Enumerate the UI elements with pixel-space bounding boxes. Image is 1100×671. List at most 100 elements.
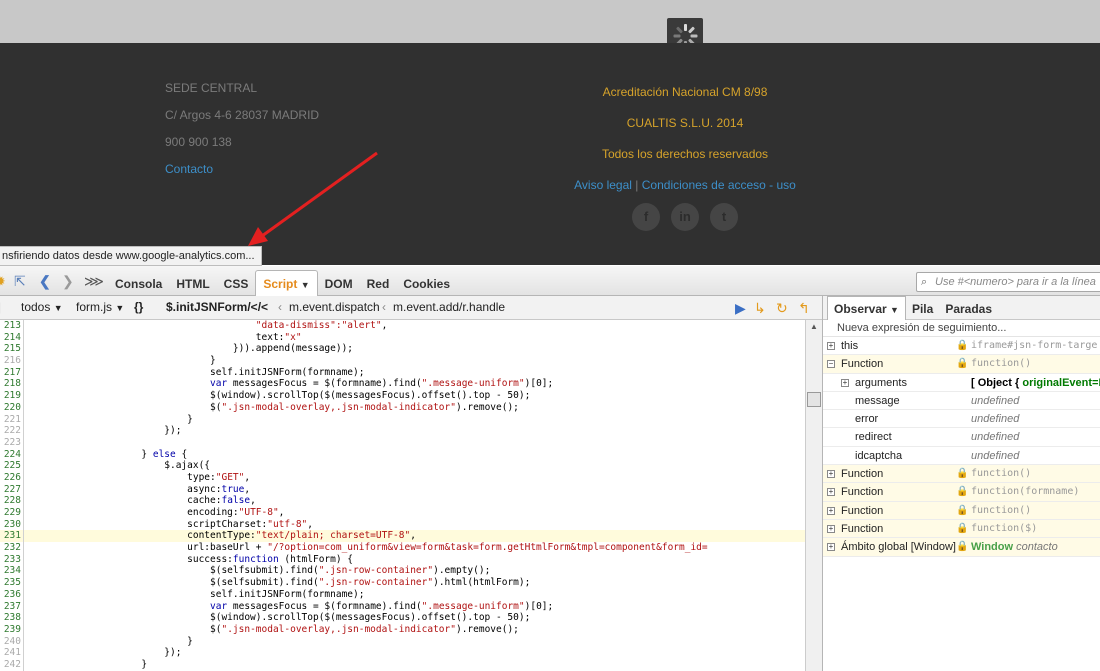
code-line[interactable]: 229 encoding:"UTF-8",: [0, 507, 805, 519]
terms-link[interactable]: Condiciones de acceso - uso: [642, 178, 796, 192]
code-line[interactable]: 231 contentType:"text/plain; charset=UTF…: [0, 530, 805, 543]
code-line[interactable]: 216 }: [0, 355, 805, 367]
code-line[interactable]: 226 type:"GET",: [0, 471, 805, 484]
line-number[interactable]: 241: [0, 647, 24, 659]
line-number[interactable]: 226: [0, 471, 24, 484]
line-number[interactable]: 230: [0, 518, 24, 531]
code-line[interactable]: 219 $(window).scrollTop($(messagesFocus)…: [0, 390, 805, 402]
watch-row[interactable]: error undefined: [823, 410, 1100, 429]
step-over-icon[interactable]: ↻: [776, 300, 788, 317]
line-number[interactable]: 238: [0, 612, 24, 624]
file-dropdown[interactable]: form.js ▼: [76, 300, 124, 314]
filter-dropdown[interactable]: todos ▼: [21, 300, 63, 314]
expand-icon[interactable]: +: [827, 488, 835, 497]
code-line[interactable]: 222 });: [0, 425, 805, 437]
watch-row[interactable]: + Function 🔒 function(): [823, 465, 1100, 484]
expand-icon[interactable]: +: [827, 342, 835, 350]
expand-icon[interactable]: +: [827, 524, 835, 533]
tab-script[interactable]: Script ▼: [255, 270, 318, 296]
line-number[interactable]: 216: [0, 355, 24, 367]
code-line[interactable]: 230 scriptCharset:"utf-8",: [0, 518, 805, 531]
watch-value[interactable]: function(): [971, 355, 1031, 372]
code-line[interactable]: 227 async:true,: [0, 483, 805, 496]
back-icon[interactable]: ❮: [39, 274, 51, 288]
scroll-up-icon[interactable]: ▲: [810, 322, 818, 331]
code-line[interactable]: 215 })).append(message));: [0, 343, 805, 356]
tab-stack[interactable]: Pila: [906, 297, 939, 321]
code-line[interactable]: 233 success:function (htmlForm) {: [0, 553, 805, 566]
line-number[interactable]: 236: [0, 588, 24, 601]
twitter-icon[interactable]: t: [710, 203, 738, 231]
code-scrollbar[interactable]: ▲: [805, 320, 822, 671]
code-line[interactable]: 237 var messagesFocus = $(formname).find…: [0, 600, 805, 613]
watch-row[interactable]: message undefined: [823, 392, 1100, 411]
code-line[interactable]: 242 }: [0, 658, 805, 671]
code-line[interactable]: 235 $(selfsubmit).find(".jsn-row-contain…: [0, 577, 805, 589]
watch-row[interactable]: + Function 🔒 function(formname): [823, 483, 1100, 502]
line-number[interactable]: 214: [0, 331, 24, 344]
line-number[interactable]: 219: [0, 390, 24, 402]
line-number[interactable]: 224: [0, 448, 24, 461]
line-number[interactable]: 242: [0, 658, 24, 671]
line-number[interactable]: 233: [0, 553, 24, 566]
inspect-icon[interactable]: ⇱: [14, 274, 26, 288]
tab-html[interactable]: HTML: [169, 271, 216, 297]
script-source-view[interactable]: 213 "data-dismiss":"alert", 214 text:"x" 2…: [0, 320, 805, 671]
code-line[interactable]: 224 } else {: [0, 448, 805, 461]
line-number[interactable]: 215: [0, 343, 24, 356]
tab-dom[interactable]: DOM: [318, 271, 360, 297]
code-line[interactable]: 239 $(".jsn-modal-overlay,.jsn-modal-ind…: [0, 623, 805, 636]
code-line[interactable]: 220 $(".jsn-modal-overlay,.jsn-modal-ind…: [0, 401, 805, 414]
code-line[interactable]: 213 "data-dismiss":"alert",: [0, 320, 805, 332]
line-number[interactable]: 213: [0, 320, 24, 332]
line-number[interactable]: 234: [0, 565, 24, 578]
stack-frame-current[interactable]: $.initJSNForm/</<: [166, 300, 268, 314]
watch-value[interactable]: function(): [971, 465, 1031, 482]
watch-value[interactable]: undefined: [971, 428, 1019, 445]
expand-icon[interactable]: +: [827, 543, 835, 552]
code-line[interactable]: 232 url:baseUrl + "/?option=com_uniform&…: [0, 542, 805, 554]
line-search-input[interactable]: ⌕ Use #<numero> para ir a la línea: [916, 272, 1100, 292]
watch-row[interactable]: − Function 🔒 function(): [823, 355, 1100, 374]
tab-watch[interactable]: Observar ▼: [827, 296, 906, 320]
line-number[interactable]: 222: [0, 425, 24, 437]
step-out-icon[interactable]: ↰: [798, 300, 810, 317]
code-line[interactable]: 234 $(selfsubmit).find(".jsn-row-contain…: [0, 565, 805, 578]
expand-icon[interactable]: +: [827, 506, 835, 515]
line-number[interactable]: 228: [0, 495, 24, 508]
step-into-icon[interactable]: ↳: [754, 300, 766, 317]
watch-value[interactable]: undefined: [971, 410, 1019, 427]
line-number[interactable]: 220: [0, 401, 24, 414]
watch-value[interactable]: undefined: [971, 392, 1019, 409]
watch-value[interactable]: [ Object { originalEvent=E: [971, 374, 1100, 391]
firebug-icon[interactable]: ✹: [0, 274, 6, 288]
watch-value[interactable]: function($): [971, 520, 1037, 537]
line-number[interactable]: 223: [0, 436, 24, 449]
line-number[interactable]: 217: [0, 366, 24, 379]
watch-row[interactable]: + Function 🔒 function(): [823, 501, 1100, 520]
code-line[interactable]: 236 self.initJSNForm(formname);: [0, 588, 805, 601]
tab-css[interactable]: CSS: [217, 271, 256, 297]
linkedin-icon[interactable]: in: [671, 203, 699, 231]
line-number[interactable]: 221: [0, 413, 24, 426]
tab-console[interactable]: Consola: [108, 271, 169, 297]
code-line[interactable]: 221 }: [0, 413, 805, 426]
tab-net[interactable]: Red: [360, 271, 397, 297]
watch-value[interactable]: iframe#jsn-form-targe: [971, 337, 1097, 354]
line-number[interactable]: 231: [0, 530, 24, 543]
legal-link[interactable]: Aviso legal: [574, 178, 632, 192]
scrollbar-thumb[interactable]: [807, 392, 821, 407]
code-line[interactable]: 228 cache:false,: [0, 495, 805, 508]
line-number[interactable]: 218: [0, 378, 24, 391]
code-line[interactable]: 225 $.ajax({: [0, 460, 805, 472]
watch-value[interactable]: Window contacto: [971, 538, 1058, 555]
stack-frame-handle[interactable]: m.event.add/r.handle: [393, 300, 505, 314]
stack-frame-dispatch[interactable]: m.event.dispatch: [289, 300, 380, 314]
watch-value[interactable]: undefined: [971, 447, 1019, 464]
watch-value[interactable]: function(): [971, 502, 1031, 519]
facebook-icon[interactable]: f: [632, 203, 660, 231]
command-line-icon[interactable]: ⋙: [84, 274, 104, 288]
code-line[interactable]: 214 text:"x": [0, 331, 805, 344]
line-number[interactable]: 240: [0, 635, 24, 648]
tab-breakpoints[interactable]: Paradas: [939, 297, 998, 321]
